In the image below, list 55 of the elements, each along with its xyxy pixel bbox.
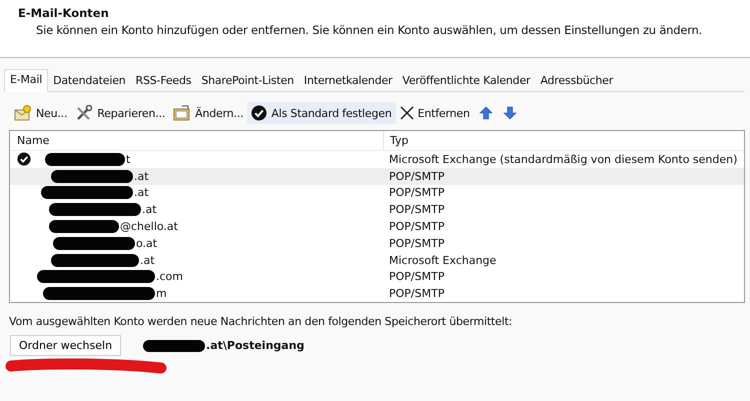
toolbar-button[interactable]: Ändern... bbox=[169, 102, 248, 124]
change-folder-button[interactable]: Ordner wechseln bbox=[10, 335, 122, 356]
account-name: .at bbox=[134, 170, 149, 183]
account-type: POP/SMTP bbox=[389, 270, 444, 284]
account-type: POP/SMTP bbox=[389, 236, 444, 250]
toolbar-button[interactable]: Neu... bbox=[10, 102, 72, 124]
account-row[interactable]: m POP/SMTP bbox=[10, 285, 744, 302]
account-name: t bbox=[126, 152, 130, 166]
account-name: o.at bbox=[136, 236, 158, 250]
section-description: Sie können ein Konto hinzufügen oder entfernen. Sie können ein Konto auswählen, um dessen Einstellungen zu ändern. bbox=[35, 23, 704, 37]
tab[interactable]: Veröffentlichte Kalender bbox=[397, 72, 536, 91]
redaction-mark bbox=[49, 220, 119, 234]
account-row[interactable]: o.at POP/SMTP bbox=[10, 234, 744, 252]
account-row[interactable]: .at POP/SMTP bbox=[10, 201, 744, 218]
account-name: .at bbox=[140, 254, 155, 267]
account-row[interactable]: .at Microsoft Exchange bbox=[10, 252, 744, 269]
toolbar-button[interactable]: Entfernen bbox=[396, 103, 474, 123]
account-row[interactable]: t Microsoft Exchange (standardmäßig von diesem Konto senden) bbox=[10, 151, 744, 168]
down-arrow-icon[interactable] bbox=[502, 106, 517, 120]
tab[interactable]: RSS-Feeds bbox=[130, 72, 196, 91]
section-title: E-Mail-Konten bbox=[18, 6, 110, 20]
folder-path: .at\Posteingang bbox=[206, 339, 304, 352]
account-type: Microsoft Exchange (standardmäßig von diesem Konto senden) bbox=[389, 152, 738, 166]
toolbar-button[interactable]: Reparieren... bbox=[71, 102, 170, 124]
redaction-mark bbox=[143, 340, 206, 352]
column-header[interactable]: Typ bbox=[383, 131, 744, 150]
folder-icon bbox=[173, 105, 192, 121]
account-type: Microsoft Exchange bbox=[389, 254, 496, 267]
check-circle-icon bbox=[251, 105, 268, 121]
account-name: @chello.at bbox=[120, 220, 178, 234]
tab[interactable]: SharePoint-Listen bbox=[196, 72, 299, 91]
tab[interactable]: Datendateien bbox=[48, 72, 131, 91]
delivery-text: Vom ausgewählten Konto werden neue Nachrichten an den folgenden Speicherort übermittelt: bbox=[9, 315, 514, 328]
account-row[interactable]: .at POP/SMTP bbox=[10, 168, 744, 185]
account-name: .com bbox=[156, 270, 183, 284]
account-type: POP/SMTP bbox=[389, 287, 444, 300]
toolbar-button[interactable]: Als Standard festlegen bbox=[247, 102, 396, 124]
tab[interactable]: Adressbücher bbox=[535, 72, 618, 91]
account-type: POP/SMTP bbox=[389, 203, 444, 216]
up-arrow-icon[interactable] bbox=[478, 106, 493, 120]
account-name: m bbox=[156, 287, 167, 300]
account-row[interactable]: .at POP/SMTP bbox=[10, 184, 744, 202]
account-type: POP/SMTP bbox=[389, 170, 444, 183]
account-name: .at bbox=[134, 186, 149, 200]
close-icon bbox=[400, 106, 414, 120]
account-name: .at bbox=[142, 203, 157, 216]
envelope-icon bbox=[14, 105, 32, 121]
account-row[interactable]: .com POP/SMTP bbox=[10, 268, 744, 286]
column-header[interactable]: Name bbox=[10, 134, 383, 147]
account-type: POP/SMTP bbox=[389, 220, 444, 234]
account-type: POP/SMTP bbox=[389, 186, 444, 200]
tab[interactable]: E-Mail bbox=[4, 69, 48, 92]
tab[interactable]: Internetkalender bbox=[298, 72, 398, 91]
account-row[interactable]: @chello.at POP/SMTP bbox=[10, 218, 744, 235]
tools-icon bbox=[75, 105, 94, 121]
